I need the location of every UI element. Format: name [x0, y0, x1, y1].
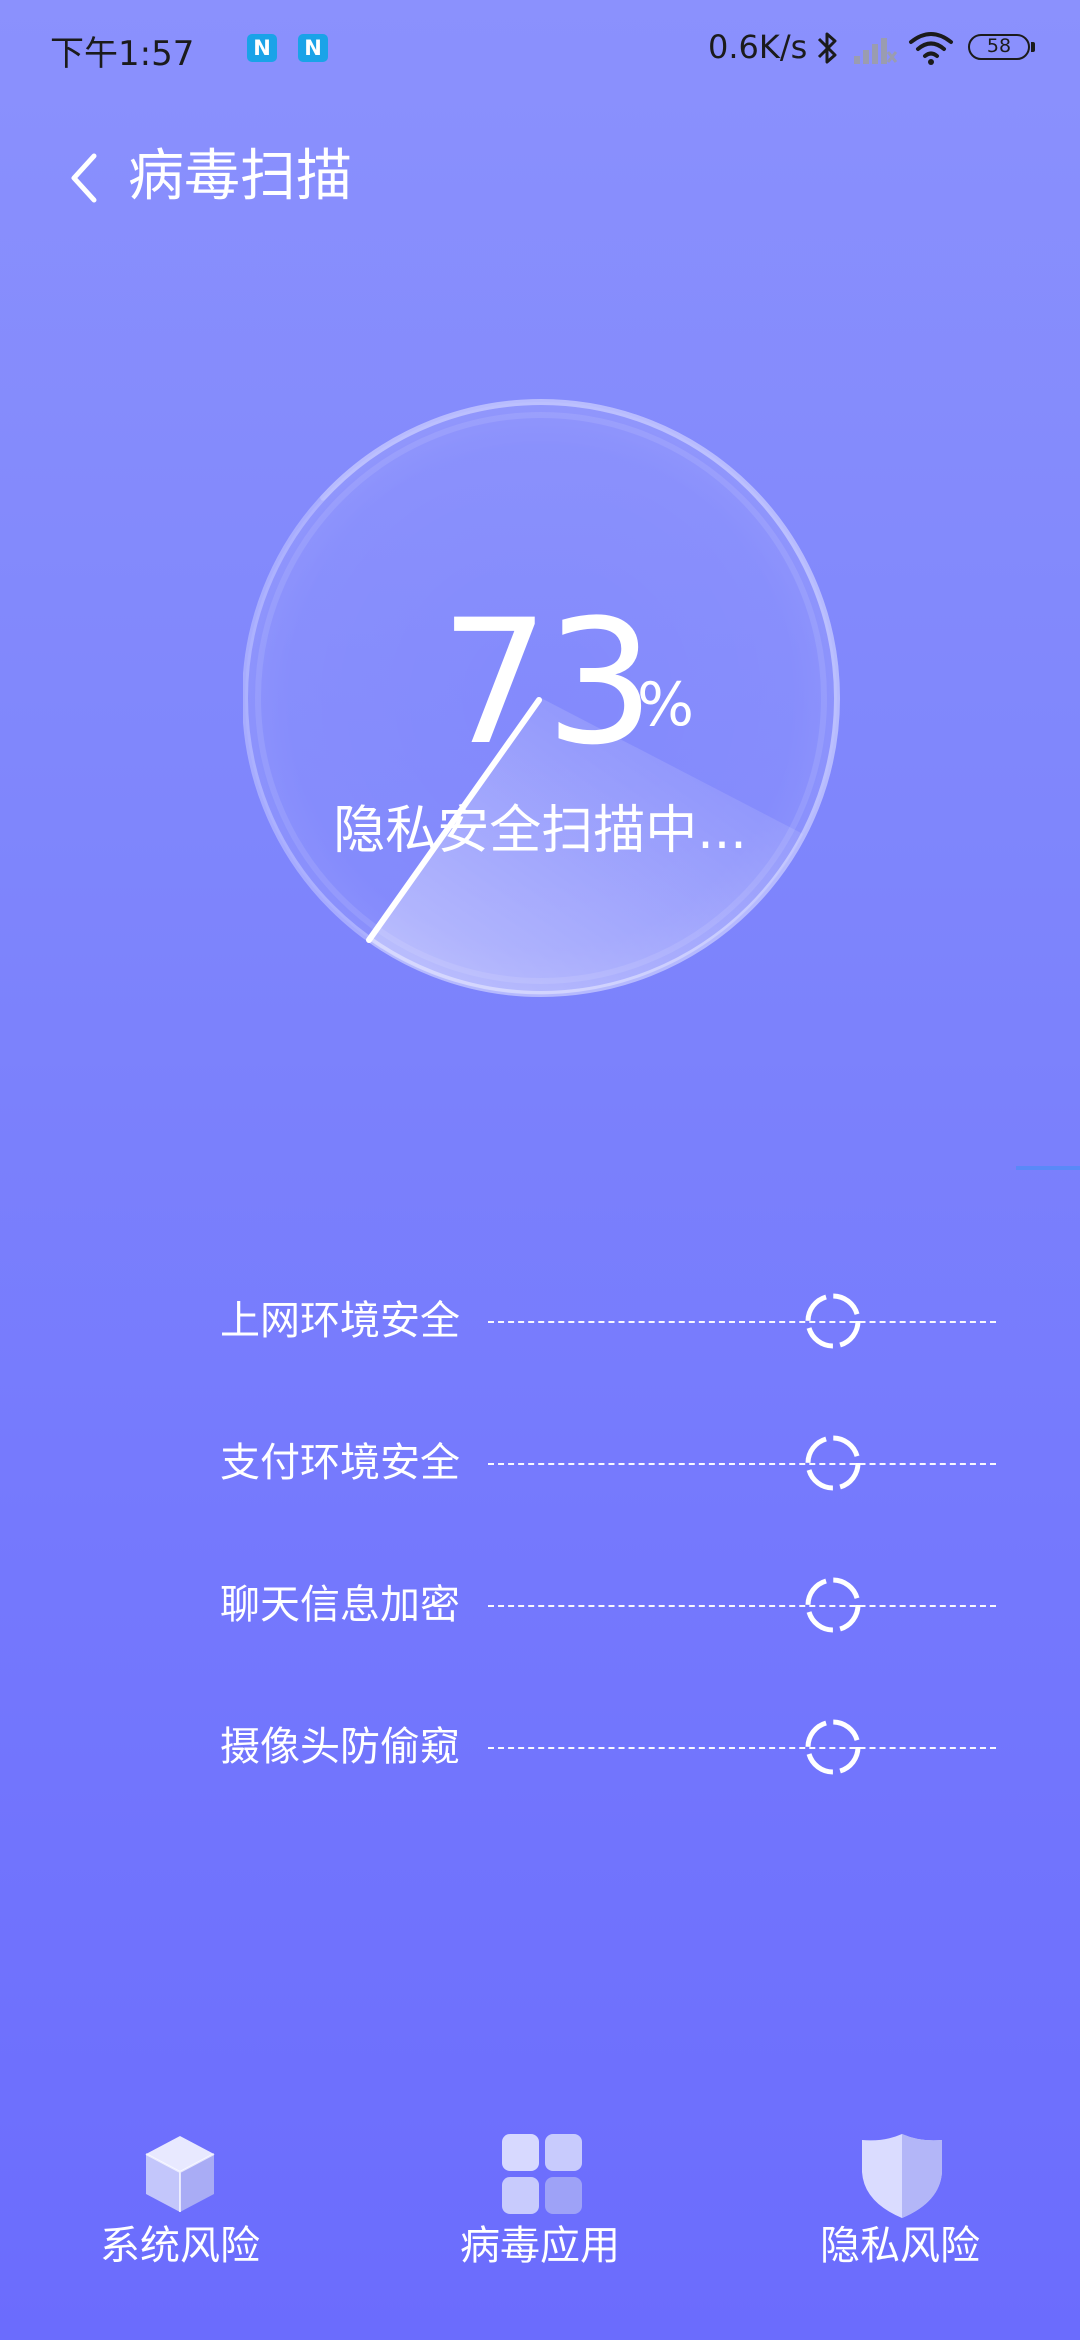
loading-spinner-icon [805, 1719, 861, 1775]
cube-icon [145, 2136, 215, 2212]
bottom-nav-system-risk[interactable]: 系统风险 [60, 2120, 300, 2280]
check-item-internet: 上网环境安全 [220, 1286, 996, 1356]
app-grid-icon [502, 2134, 582, 2214]
scan-percent: 73 [440, 582, 655, 783]
shield-icon [862, 2134, 942, 2218]
chevron-left-icon [71, 153, 97, 203]
dashed-divider [488, 1463, 996, 1465]
bottom-nav-label: 隐私风险 [820, 2223, 980, 2269]
notification-app-icon: N [247, 34, 277, 62]
wifi-icon [908, 30, 954, 70]
check-label: 支付环境安全 [220, 1440, 460, 1486]
loading-spinner-icon [805, 1577, 861, 1633]
bottom-nav-privacy-risk[interactable]: 隐私风险 [780, 2120, 1020, 2280]
scan-status: 隐私安全扫描中... [333, 801, 747, 861]
scan-percent-sign: % [637, 670, 695, 740]
battery-indicator: 58 [968, 34, 1035, 60]
status-bar: 下午1:57 N N 0.6K/s 58 [0, 0, 1080, 96]
dashed-divider [488, 1321, 996, 1323]
check-label: 聊天信息加密 [220, 1582, 460, 1628]
check-item-chat: 聊天信息加密 [220, 1570, 996, 1640]
bluetooth-icon [816, 30, 840, 70]
dashed-divider [488, 1605, 996, 1607]
signal-icon [852, 32, 898, 70]
back-button[interactable] [60, 146, 110, 210]
network-speed: 0.6K/s [708, 28, 808, 66]
notification-app-icon: N [298, 34, 328, 62]
check-item-payment: 支付环境安全 [220, 1428, 996, 1498]
loading-spinner-icon [805, 1293, 861, 1349]
side-indicator [1016, 1166, 1080, 1170]
check-label: 摄像头防偷窥 [220, 1724, 460, 1770]
check-label: 上网环境安全 [220, 1298, 460, 1344]
bottom-nav-label: 病毒应用 [460, 2223, 620, 2269]
dashed-divider [488, 1747, 996, 1749]
loading-spinner-icon [805, 1435, 861, 1491]
page-title: 病毒扫描 [128, 144, 352, 209]
check-item-camera: 摄像头防偷窥 [220, 1712, 996, 1782]
bottom-nav-label: 系统风险 [100, 2223, 260, 2269]
bottom-nav-virus-apps[interactable]: 病毒应用 [420, 2120, 660, 2280]
status-time: 下午1:57 [50, 34, 195, 74]
